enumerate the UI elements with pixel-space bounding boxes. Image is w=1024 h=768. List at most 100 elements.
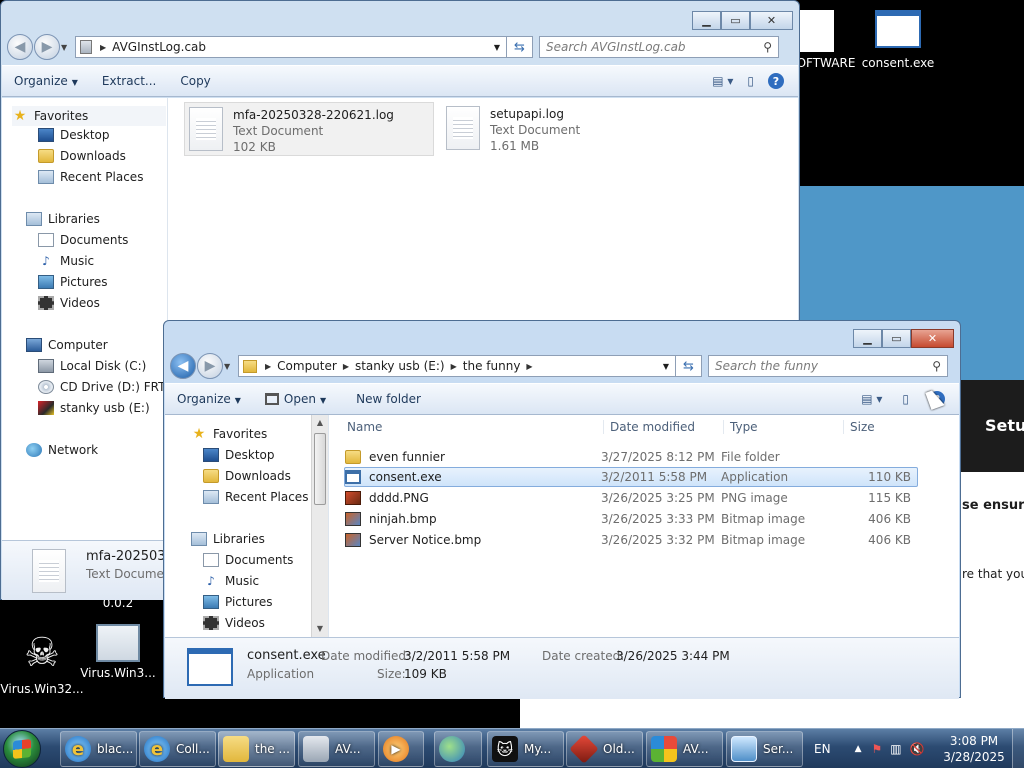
nav-music[interactable]: ♪ Music (203, 574, 259, 588)
nav-desktop[interactable]: Desktop (203, 448, 275, 462)
scroll-thumb[interactable] (314, 433, 326, 505)
recent-pages-dropdown[interactable]: ▼ (61, 43, 71, 52)
extract-button[interactable]: Extract... (90, 74, 168, 88)
taskbar-button-image-viewer[interactable]: Ser... (726, 731, 803, 767)
nav-documents[interactable]: Documents (38, 233, 128, 247)
action-center-alert-icon[interactable]: ⚑ (871, 742, 882, 756)
address-bar[interactable]: ▶ Computer ▶ stanky usb (E:) ▶ the funny… (238, 355, 676, 377)
desktop-icon-virus-2[interactable]: 0.0.2 Virus.Win3... (76, 596, 160, 680)
nav-favorites[interactable]: ★ Favorites (191, 426, 268, 442)
clock[interactable]: 3:08 PM 3/28/2025 (938, 733, 1010, 765)
file-tile[interactable]: setupapi.log Text Document 1.61 MB (442, 102, 642, 156)
nav-videos[interactable]: Videos (203, 616, 265, 630)
title-bar[interactable]: ▁ ▭ ✕ (164, 321, 960, 351)
taskbar-button-ie-2[interactable]: e Coll... (139, 731, 216, 767)
title-bar[interactable]: ▁ ▭ ✕ (1, 1, 799, 31)
taskbar-button-cat[interactable]: 🐱 My... (487, 731, 564, 767)
organize-button[interactable]: Organize ▼ (2, 74, 90, 88)
minimize-button[interactable]: ▁ (692, 11, 721, 30)
file-tile[interactable]: mfa-20250328-220621.log Text Document 10… (184, 102, 434, 156)
nav-local-disk[interactable]: Local Disk (C:) (38, 359, 146, 373)
minimize-button[interactable]: ▁ (853, 329, 882, 348)
taskbar-button-cab[interactable]: AV... (298, 731, 375, 767)
address-bar[interactable]: ▶ AVGInstLog.cab ▼ (75, 36, 507, 58)
help-icon[interactable]: ? (768, 73, 784, 89)
file-row[interactable]: ninjah.bmp 3/26/2025 3:33 PM Bitmap imag… (345, 509, 911, 529)
view-options-icon[interactable]: ▤ ▾ (861, 392, 882, 406)
file-row-selected[interactable]: consent.exe 3/2/2011 5:58 PM Application… (344, 467, 918, 487)
search-icon[interactable]: ⚲ (763, 40, 772, 54)
column-header-name[interactable]: Name (341, 420, 603, 434)
file-row[interactable]: Server Notice.bmp 3/26/2025 3:32 PM Bitm… (345, 530, 911, 550)
breadcrumb-separator[interactable]: ▶ (526, 362, 532, 371)
new-folder-button[interactable]: New folder (344, 392, 433, 406)
recent-pages-dropdown[interactable]: ▼ (224, 362, 234, 371)
nav-usb[interactable]: stanky usb (E:) (38, 401, 150, 415)
organize-button[interactable]: Organize ▼ (165, 392, 253, 406)
taskbar-button-ie-1[interactable]: e blac... (60, 731, 137, 767)
nav-recent-places[interactable]: Recent Places (38, 170, 143, 184)
back-button[interactable]: ◀ (170, 353, 196, 379)
maximize-button[interactable]: ▭ (721, 11, 750, 30)
nav-music[interactable]: ♪ Music (38, 254, 94, 268)
nav-libraries[interactable]: Libraries (26, 212, 100, 226)
view-options-icon[interactable]: ▤ ▾ (712, 74, 733, 88)
nav-documents[interactable]: Documents (203, 553, 293, 567)
chevron-down-icon[interactable]: ▼ (663, 362, 669, 371)
taskbar-button-avg-installer[interactable]: AV... (646, 731, 723, 767)
close-button[interactable]: ✕ (750, 11, 793, 30)
nav-desktop[interactable]: Desktop (38, 128, 110, 142)
show-desktop-button[interactable] (1012, 729, 1024, 768)
open-button[interactable]: Open ▼ (253, 392, 338, 406)
taskbar-button-explorer[interactable]: the ... (218, 731, 295, 767)
show-hidden-icons-icon[interactable]: ▲ (855, 744, 862, 754)
network-status-icon[interactable]: ▥ (890, 742, 901, 756)
file-row-folder[interactable]: even funnier 3/27/2025 8:12 PM File fold… (345, 447, 911, 467)
nav-cd-drive[interactable]: CD Drive (D:) FRTM (38, 380, 176, 394)
nav-downloads[interactable]: Downloads (38, 149, 126, 163)
forward-button[interactable]: ▶ (197, 353, 223, 379)
taskbar-button-media-player[interactable]: ▶ (378, 731, 424, 767)
desktop-icon-consent[interactable]: consent.exe (856, 10, 940, 70)
scroll-down-arrow[interactable]: ▼ (312, 621, 328, 637)
forward-button[interactable]: ▶ (34, 34, 60, 60)
scroll-up-arrow[interactable]: ▲ (312, 415, 328, 431)
back-button[interactable]: ◀ (7, 34, 33, 60)
column-header-size[interactable]: Size (843, 419, 921, 434)
nav-recent-places[interactable]: Recent Places (203, 490, 308, 504)
preview-pane-icon[interactable]: ▯ (902, 392, 909, 406)
volume-muted-icon[interactable]: 🔇 (910, 742, 925, 756)
breadcrumb-computer[interactable]: Computer (277, 359, 337, 373)
nav-pictures[interactable]: Pictures (203, 595, 273, 609)
file-row[interactable]: dddd.PNG 3/26/2025 3:25 PM PNG image 115… (345, 488, 911, 508)
refresh-button[interactable]: ⇆ (507, 36, 533, 58)
search-input[interactable]: Search AVGInstLog.cab ⚲ (539, 36, 779, 58)
close-button[interactable]: ✕ (911, 329, 954, 348)
search-input[interactable]: Search the funny ⚲ (708, 355, 948, 377)
nav-videos[interactable]: Videos (38, 296, 100, 310)
nav-favorites[interactable]: ★ Favorites (12, 106, 166, 126)
nav-pictures[interactable]: Pictures (38, 275, 108, 289)
breadcrumb-usb[interactable]: stanky usb (E:) (355, 359, 445, 373)
breadcrumb-item[interactable]: AVGInstLog.cab (112, 40, 206, 54)
preview-pane-icon[interactable]: ▯ (747, 74, 754, 88)
search-icon[interactable]: ⚲ (932, 359, 941, 373)
nav-downloads[interactable]: Downloads (203, 469, 291, 483)
column-header-type[interactable]: Type (723, 419, 843, 434)
breadcrumb-separator[interactable]: ▶ (451, 362, 457, 371)
breadcrumb-the-funny[interactable]: the funny (463, 359, 521, 373)
language-indicator[interactable]: EN (814, 742, 831, 756)
refresh-button[interactable]: ⇆ (676, 355, 702, 377)
desktop-icon-virus-1[interactable]: ☠ Virus.Win32... (0, 628, 84, 696)
funny-explorer-window[interactable]: ▁ ▭ ✕ ◀ ▶ ▼ ▶ Computer ▶ stanky usb (E:)… (163, 320, 961, 699)
nav-computer[interactable]: Computer (26, 338, 108, 352)
taskbar-button-avg-old[interactable]: Old... (566, 731, 643, 767)
desktop-icon-software[interactable]: OFTWARE (790, 10, 862, 70)
nav-libraries[interactable]: Libraries (191, 532, 265, 546)
nav-scrollbar[interactable]: ▲ ▼ (311, 415, 328, 637)
chevron-down-icon[interactable]: ▼ (494, 43, 500, 52)
nav-network[interactable]: Network (26, 443, 98, 457)
maximize-button[interactable]: ▭ (882, 329, 911, 348)
taskbar-button-globe[interactable] (434, 731, 482, 767)
copy-button[interactable]: Copy (168, 74, 222, 88)
